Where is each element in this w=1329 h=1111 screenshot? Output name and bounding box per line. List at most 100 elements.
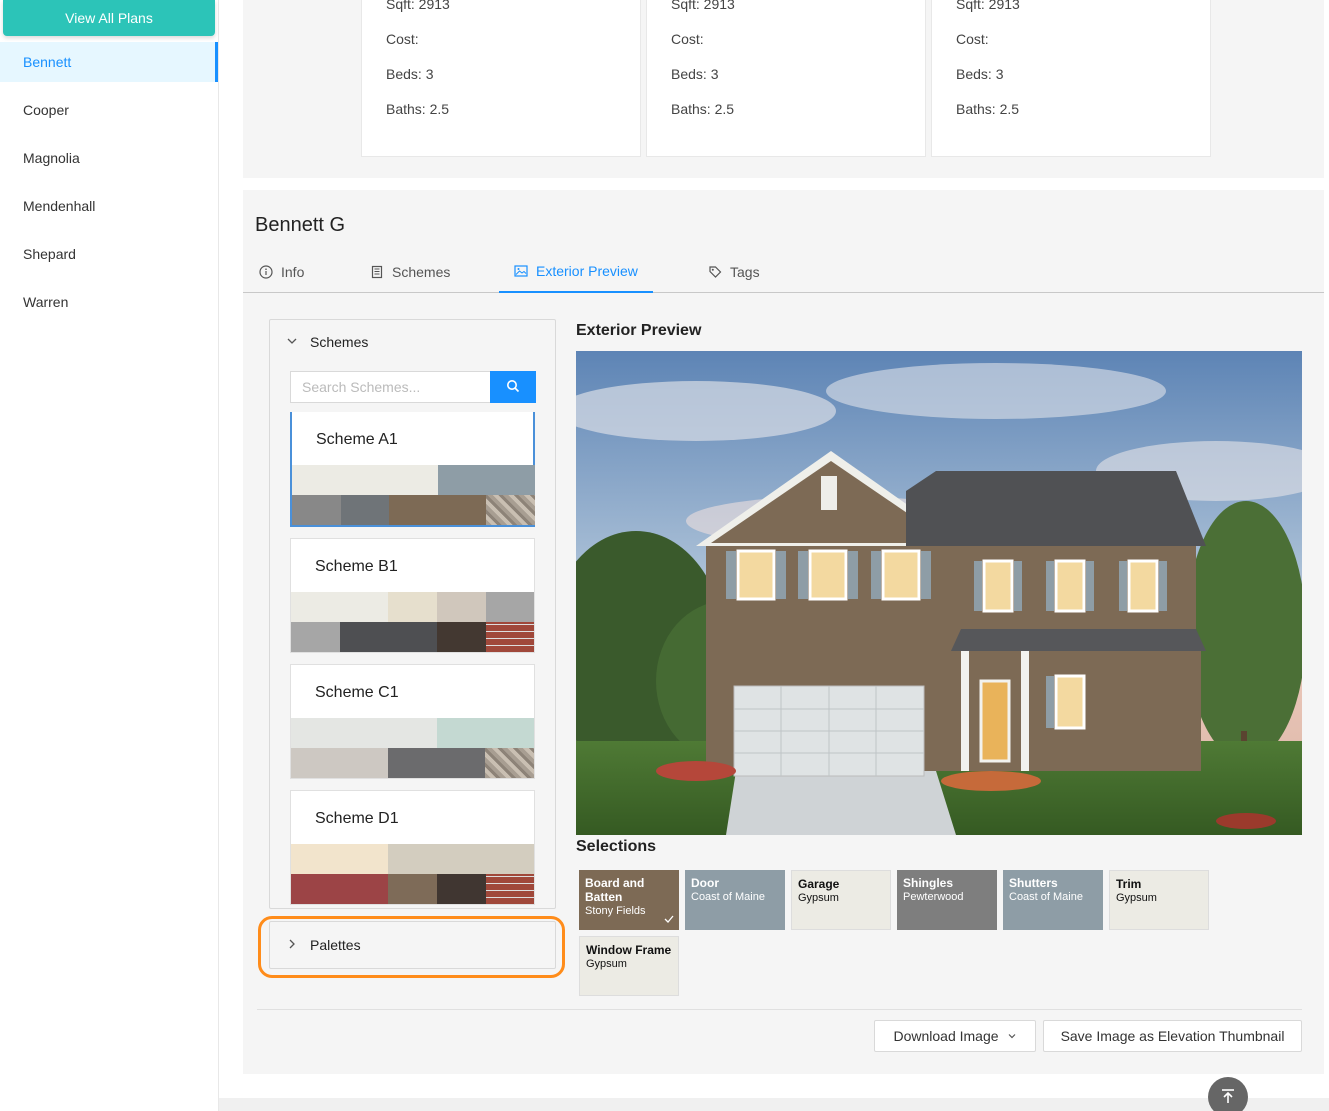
selection-title: Shingles [903,876,954,890]
swatch [291,748,388,778]
footer-strip [219,1098,1329,1111]
swatch [389,495,486,525]
selections-title: Selections [576,838,657,855]
nav-item-mendenhall[interactable]: Mendenhall [0,186,218,226]
scheme-card-c1[interactable]: Scheme C1 [290,664,535,779]
swatch [437,718,534,748]
card-cost: Cost: [671,31,704,47]
chevron-down-icon [1007,1028,1017,1044]
selection-value: Coast of Maine [1009,891,1083,903]
plan-title: Bennett G [255,214,346,236]
back-to-top-button[interactable] [1208,1077,1248,1111]
selection-title: Shutters [1009,876,1058,890]
card-cost: Cost: [386,31,419,47]
scheme-card-a1[interactable]: Scheme A1 [290,412,535,527]
brick-swatch [486,874,534,904]
palettes-highlight-ring [258,916,565,978]
selection-title: Garage [798,877,840,891]
elevation-card[interactable]: Sqft: 2913 Cost: Beds: 3 Baths: 2.5 [931,0,1211,157]
tab-label: Exterior Preview [536,262,638,279]
nav-item-shepard[interactable]: Shepard [0,234,218,274]
swatch [486,592,534,622]
save-thumbnail-button[interactable]: Save Image as Elevation Thumbnail [1043,1020,1302,1052]
swatch [291,874,388,904]
scheme-list: Scheme A1 Scheme B1 Scheme C1 Scheme D1 [290,412,536,907]
card-beds: Beds: 3 [956,66,1004,82]
card-beds: Beds: 3 [386,66,434,82]
card-sqft: Sqft: 2913 [956,0,1020,12]
selection-shutters[interactable]: Shutters Coast of Maine [1003,870,1103,930]
stone-swatch [486,495,535,525]
swatch [291,844,388,874]
selection-title: Window Frame [586,943,672,957]
swatch [292,495,341,525]
elevation-cards-panel: Sqft: 2913 Cost: Beds: 3 Baths: 2.5 Sqft… [243,0,1324,178]
scheme-swatches [291,844,534,904]
search-button[interactable] [490,371,536,403]
selection-window-frame[interactable]: Window Frame Gypsum [579,936,679,996]
nav-item-cooper[interactable]: Cooper [0,90,218,130]
selection-value: Gypsum [798,892,839,904]
scheme-card-d1[interactable]: Scheme D1 [290,790,535,905]
swatch [438,465,535,495]
chevron-down-icon [286,335,300,350]
vertical-align-top-icon [1220,1088,1236,1107]
tab-tags[interactable]: Tags [708,250,760,293]
schemes-collapse-header[interactable]: Schemes [286,334,368,350]
info-circle-icon [259,264,273,279]
swatch [341,495,389,525]
search-input[interactable] [290,371,490,403]
nav-item-magnolia[interactable]: Magnolia [0,138,218,178]
scheme-card-b1[interactable]: Scheme B1 [290,538,535,653]
scheme-search [290,371,536,403]
selection-value: Coast of Maine [691,891,765,903]
house-preview-image [576,351,1302,835]
tab-exterior-preview[interactable]: Exterior Preview [499,250,653,293]
nav-item-bennett[interactable]: Bennett [0,42,218,82]
book-icon [370,265,384,279]
tab-label: Info [281,263,305,280]
divider [257,1009,1302,1010]
selection-title: Board and Batten [585,876,645,904]
swatch [388,748,485,778]
view-all-plans-button[interactable]: View All Plans [3,0,215,36]
swatch [437,874,486,904]
selection-shingles[interactable]: Shingles Pewterwood [897,870,997,930]
card-baths: Baths: 2.5 [671,101,735,117]
swatch [388,844,534,874]
selection-trim[interactable]: Trim Gypsum [1109,870,1209,930]
scheme-name: Scheme D1 [315,810,399,827]
swatch [388,874,437,904]
selection-garage[interactable]: Garage Gypsum [791,870,891,930]
selection-door[interactable]: Door Coast of Maine [685,870,785,930]
swatch [291,592,388,622]
elevation-card[interactable]: Sqft: 2913 Cost: Beds: 3 Baths: 2.5 [646,0,926,157]
scheme-swatches [291,718,534,778]
search-icon [506,379,520,396]
swatch [340,622,437,652]
card-cost: Cost: [956,31,989,47]
selection-value: Pewterwood [903,891,964,903]
brick-swatch [486,622,534,652]
picture-icon [514,264,528,278]
swatch [292,465,438,495]
scheme-name: Scheme C1 [315,684,399,701]
selection-title: Trim [1116,877,1142,891]
schemes-header-label: Schemes [310,334,369,350]
swatch [291,718,437,748]
tab-info[interactable]: Info [259,250,304,293]
tag-icon [708,265,722,279]
stone-swatch [485,748,534,778]
elevation-card[interactable]: Sqft: 2913 Cost: Beds: 3 Baths: 2.5 [361,0,641,157]
download-image-button[interactable]: Download Image [874,1020,1036,1052]
selection-board-and-batten[interactable]: Board and Batten Stony Fields [579,870,679,930]
selection-title: Door [691,876,719,890]
card-sqft: Sqft: 2913 [386,0,450,12]
schemes-collapse: Schemes Scheme A1 [269,319,556,909]
preview-title: Exterior Preview [576,322,702,339]
tab-schemes[interactable]: Schemes [370,250,450,293]
plan-tabs: Info Schemes Exterior Preview Tags [243,250,1324,293]
nav-item-warren[interactable]: Warren [0,282,218,322]
main-content: Sqft: 2913 Cost: Beds: 3 Baths: 2.5 Sqft… [219,0,1329,1111]
scheme-name: Scheme B1 [315,558,398,575]
